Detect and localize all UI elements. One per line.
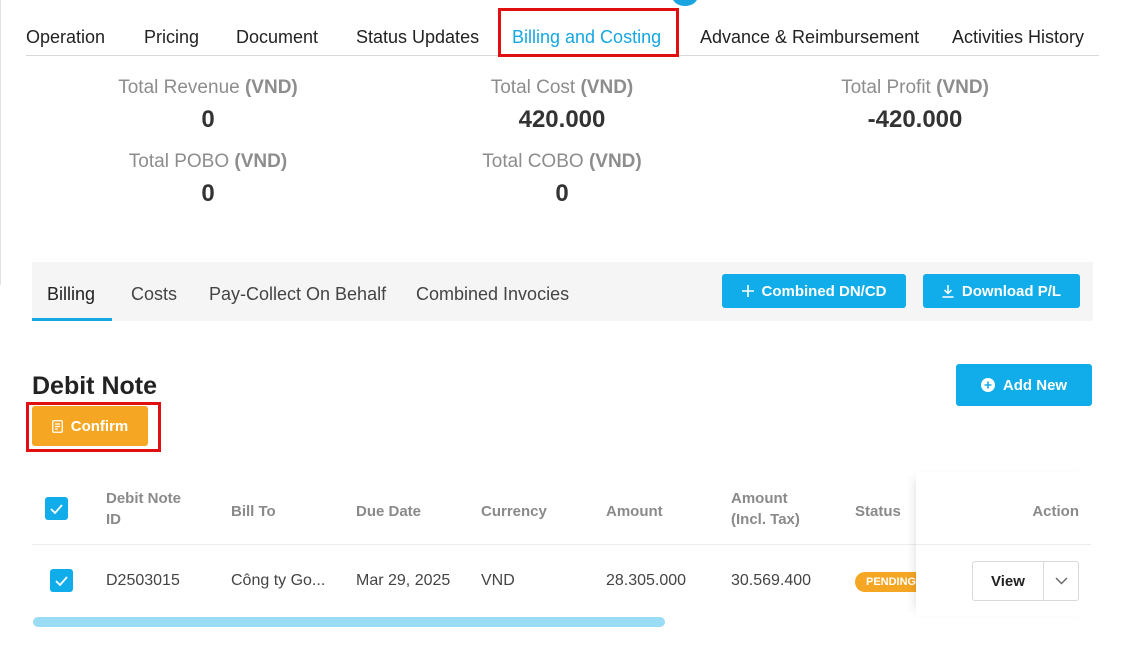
checkmark-icon	[55, 575, 68, 586]
active-subtab-indicator	[32, 318, 112, 321]
sub-tab-bar: Billing Costs Pay-Collect On Behalf Comb…	[32, 262, 1093, 321]
header-status: Status	[855, 503, 901, 520]
cell-currency: VND	[481, 572, 515, 589]
select-all-checkbox[interactable]	[45, 497, 68, 520]
combined-dn-cd-label: Combined DN/CD	[761, 282, 887, 300]
header-bill-to: Bill To	[231, 503, 276, 520]
plus-icon	[741, 285, 754, 297]
combined-dn-cd-button[interactable]: Combined DN/CD	[722, 274, 906, 308]
section-title: Debit Note	[32, 372, 157, 400]
stat-value: 0	[555, 180, 569, 207]
action-column: Action View	[916, 472, 1091, 616]
view-dropdown-toggle[interactable]	[1044, 562, 1078, 600]
stat-total-profit: Total Profit (VND) -420.000	[815, 77, 1015, 134]
header-due-date: Due Date	[356, 503, 422, 520]
subtab-costs[interactable]: Costs	[131, 284, 177, 305]
subtab-combined-invoices[interactable]: Combined Invocies	[416, 284, 569, 305]
header-amount: Amount	[606, 503, 663, 520]
tab-activities-history[interactable]: Activities History	[952, 27, 1084, 48]
subtab-pay-collect[interactable]: Pay-Collect On Behalf	[209, 284, 386, 305]
stat-label: Total Profit	[841, 77, 931, 98]
add-new-button[interactable]: Add New	[956, 364, 1092, 406]
download-pl-label: Download P/L	[961, 282, 1062, 300]
stat-value: 0	[201, 180, 215, 207]
header-line: Debit Note	[106, 490, 181, 507]
stat-value: -420.000	[867, 106, 963, 133]
cell-amount-incl-tax: 30.569.400	[731, 572, 812, 589]
stat-value: 420.000	[518, 106, 606, 133]
add-new-label: Add New	[1002, 376, 1068, 394]
stat-label: Total Revenue	[118, 77, 240, 98]
header-amount-incl-tax: Amount (Incl. Tax)	[731, 488, 800, 530]
tab-document[interactable]: Document	[236, 27, 318, 48]
stat-total-cost: Total Cost (VND) 420.000	[462, 77, 662, 134]
stat-total-revenue: Total Revenue (VND) 0	[108, 77, 308, 134]
cell-bill-to: Công ty Go...	[231, 572, 326, 589]
header-currency: Currency	[481, 503, 547, 520]
download-pl-button[interactable]: Download P/L	[923, 274, 1080, 308]
chevron-down-icon	[1055, 577, 1067, 585]
header-divider	[32, 544, 916, 545]
stat-total-cobo: Total COBO (VND) 0	[462, 151, 662, 208]
stat-label: Total POBO	[128, 151, 230, 172]
stat-unit: (VND)	[936, 77, 989, 98]
view-button-group: View	[972, 561, 1079, 601]
stat-unit: (VND)	[580, 77, 634, 98]
stat-label: Total COBO	[482, 151, 584, 172]
view-button[interactable]: View	[973, 562, 1044, 600]
tab-advance-reimbursement[interactable]: Advance & Reimbursement	[700, 27, 919, 48]
cell-debit-note-id: D2503015	[106, 572, 180, 589]
stat-unit: (VND)	[234, 151, 288, 172]
download-icon	[942, 284, 954, 298]
highlight-confirm-button	[26, 402, 161, 452]
row-checkbox[interactable]	[50, 569, 73, 592]
checkmark-icon	[50, 503, 63, 514]
header-debit-note-id: Debit Note ID	[106, 488, 181, 530]
action-divider	[916, 544, 1091, 545]
header-action: Action	[1032, 503, 1079, 520]
left-border	[0, 0, 1, 285]
header-line: (Incl. Tax)	[731, 511, 800, 528]
stat-unit: (VND)	[588, 151, 642, 172]
horizontal-scrollbar[interactable]	[33, 617, 665, 627]
header-line: ID	[106, 511, 121, 528]
cell-amount: 28.305.000	[606, 572, 687, 589]
cell-due-date: Mar 29, 2025	[356, 572, 451, 589]
highlight-billing-tab	[498, 8, 679, 57]
stat-value: 0	[201, 106, 215, 133]
header-line: Amount	[731, 490, 788, 507]
tab-status-updates[interactable]: Status Updates	[356, 27, 479, 48]
stat-label: Total Cost	[490, 77, 576, 98]
tab-operation[interactable]: Operation	[26, 27, 105, 48]
add-circle-icon	[980, 378, 995, 392]
stat-total-pobo: Total POBO (VND) 0	[108, 151, 308, 208]
tab-pricing[interactable]: Pricing	[144, 27, 199, 48]
stat-unit: (VND)	[244, 77, 298, 98]
subtab-billing[interactable]: Billing	[47, 284, 95, 305]
